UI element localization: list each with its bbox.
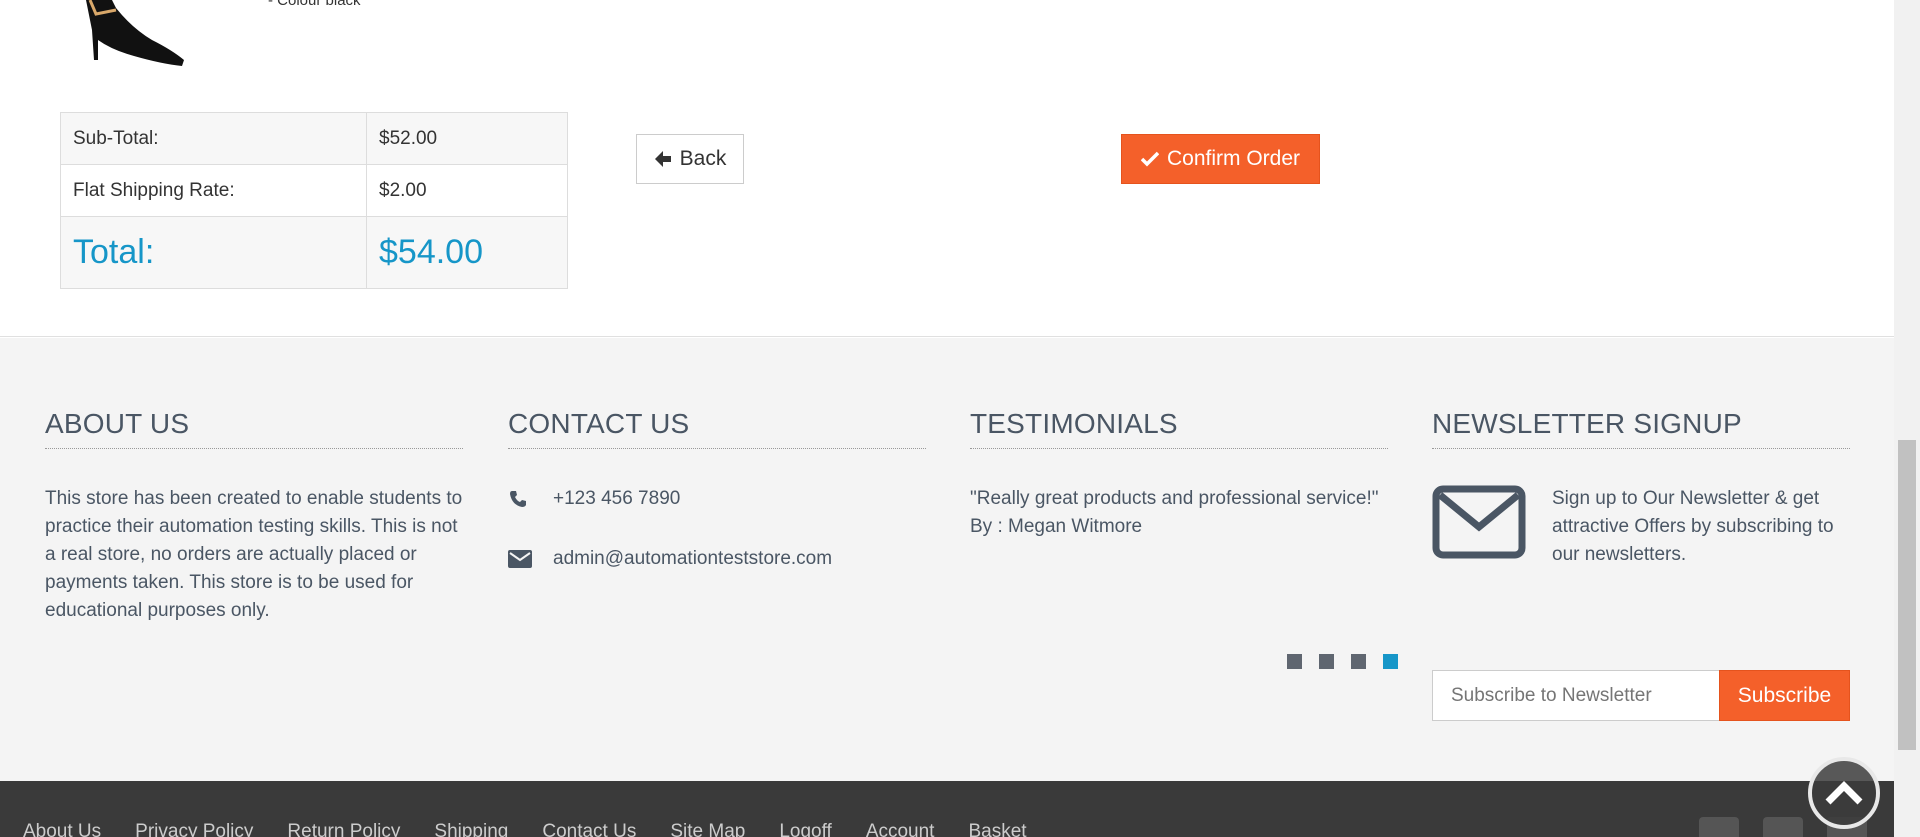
subtotal-label: Sub-Total: [60, 112, 367, 165]
scrollbar-thumb[interactable] [1898, 440, 1916, 750]
footer-link-logoff[interactable]: Logoff [779, 821, 831, 837]
footer-link-site-map[interactable]: Site Map [670, 821, 745, 837]
shipping-value: $2.00 [366, 164, 568, 217]
back-button[interactable]: Back [636, 134, 744, 184]
testimonial-page-dot[interactable] [1319, 654, 1334, 669]
testimonial-quote: "Really great products and professional … [970, 488, 1379, 509]
newsletter-body: Sign up to Our Newsletter & get attracti… [1432, 485, 1850, 569]
page-scrollbar[interactable] [1894, 0, 1920, 837]
confirm-order-label: Confirm Order [1166, 147, 1301, 170]
newsletter-text: Sign up to Our Newsletter & get attracti… [1552, 488, 1834, 565]
about-us-section: ABOUT US This store has been created to … [45, 408, 463, 625]
footer-link-account[interactable]: Account [866, 821, 935, 837]
subtotal-row: Sub-Total: $52.00 [60, 112, 568, 165]
newsletter-section: NEWSLETTER SIGNUP Sign up to Our Newslet… [1432, 408, 1850, 569]
footer-link-about-us[interactable]: About Us [23, 821, 101, 837]
order-totals-table: Sub-Total: $52.00 Flat Shipping Rate: $2… [60, 112, 568, 289]
testimonial-page-dot-active[interactable] [1383, 654, 1398, 669]
contact-us-section: CONTACT US +123 456 7890 admin@automatio… [508, 408, 926, 573]
testimonials-section: TESTIMONIALS "Really great products and … [970, 408, 1388, 541]
subscribe-button[interactable]: Subscribe [1719, 670, 1850, 721]
envelope-icon [1432, 485, 1552, 569]
about-us-text: This store has been created to enable st… [45, 488, 463, 621]
testimonials-heading: TESTIMONIALS [970, 408, 1388, 449]
bottom-links: About Us Privacy Policy Return Policy Sh… [23, 821, 1027, 837]
newsletter-heading: NEWSLETTER SIGNUP [1432, 408, 1850, 449]
scroll-to-top-button[interactable] [1808, 757, 1880, 829]
testimonial-author: By : Megan Witmore [970, 516, 1143, 537]
order-summary-section: - Colour black Sub-Total: $52.00 Flat Sh… [0, 0, 1894, 337]
shipping-row: Flat Shipping Rate: $2.00 [60, 164, 568, 217]
phone-icon [508, 489, 553, 509]
check-icon [1140, 151, 1159, 167]
footer: ABOUT US This store has been created to … [0, 338, 1894, 781]
back-button-label: Back [679, 147, 727, 170]
contact-email: admin@automationteststore.com [508, 545, 926, 573]
phone-number: +123 456 7890 [553, 488, 681, 509]
testimonial-page-dot[interactable] [1287, 654, 1302, 669]
footer-link-privacy-policy[interactable]: Privacy Policy [135, 821, 253, 837]
contact-phone: +123 456 7890 [508, 485, 926, 513]
shipping-label: Flat Shipping Rate: [60, 164, 367, 217]
product-thumbnail [86, 0, 184, 66]
product-option-text: - Colour black [268, 0, 361, 9]
about-us-heading: ABOUT US [45, 408, 463, 449]
total-value: $54.00 [366, 216, 568, 289]
testimonial-pager [1287, 654, 1398, 669]
footer-link-return-policy[interactable]: Return Policy [287, 821, 400, 837]
testimonial-page-dot[interactable] [1351, 654, 1366, 669]
envelope-icon [508, 550, 553, 568]
facebook-icon[interactable] [1699, 817, 1739, 837]
footer-link-shipping[interactable]: Shipping [434, 821, 508, 837]
total-label: Total: [60, 216, 367, 289]
chevron-up-icon [1825, 781, 1863, 805]
footer-link-contact-us[interactable]: Contact Us [542, 821, 636, 837]
confirm-order-button[interactable]: Confirm Order [1121, 134, 1320, 184]
arrow-left-icon [654, 151, 671, 167]
contact-us-heading: CONTACT US [508, 408, 926, 449]
email-address[interactable]: admin@automationteststore.com [553, 548, 832, 570]
bottom-bar: About Us Privacy Policy Return Policy Sh… [0, 781, 1894, 837]
total-row: Total: $54.00 [60, 216, 568, 289]
twitter-icon[interactable] [1763, 817, 1803, 837]
subtotal-value: $52.00 [366, 112, 568, 165]
newsletter-email-input[interactable] [1432, 670, 1720, 721]
footer-link-basket[interactable]: Basket [968, 821, 1026, 837]
